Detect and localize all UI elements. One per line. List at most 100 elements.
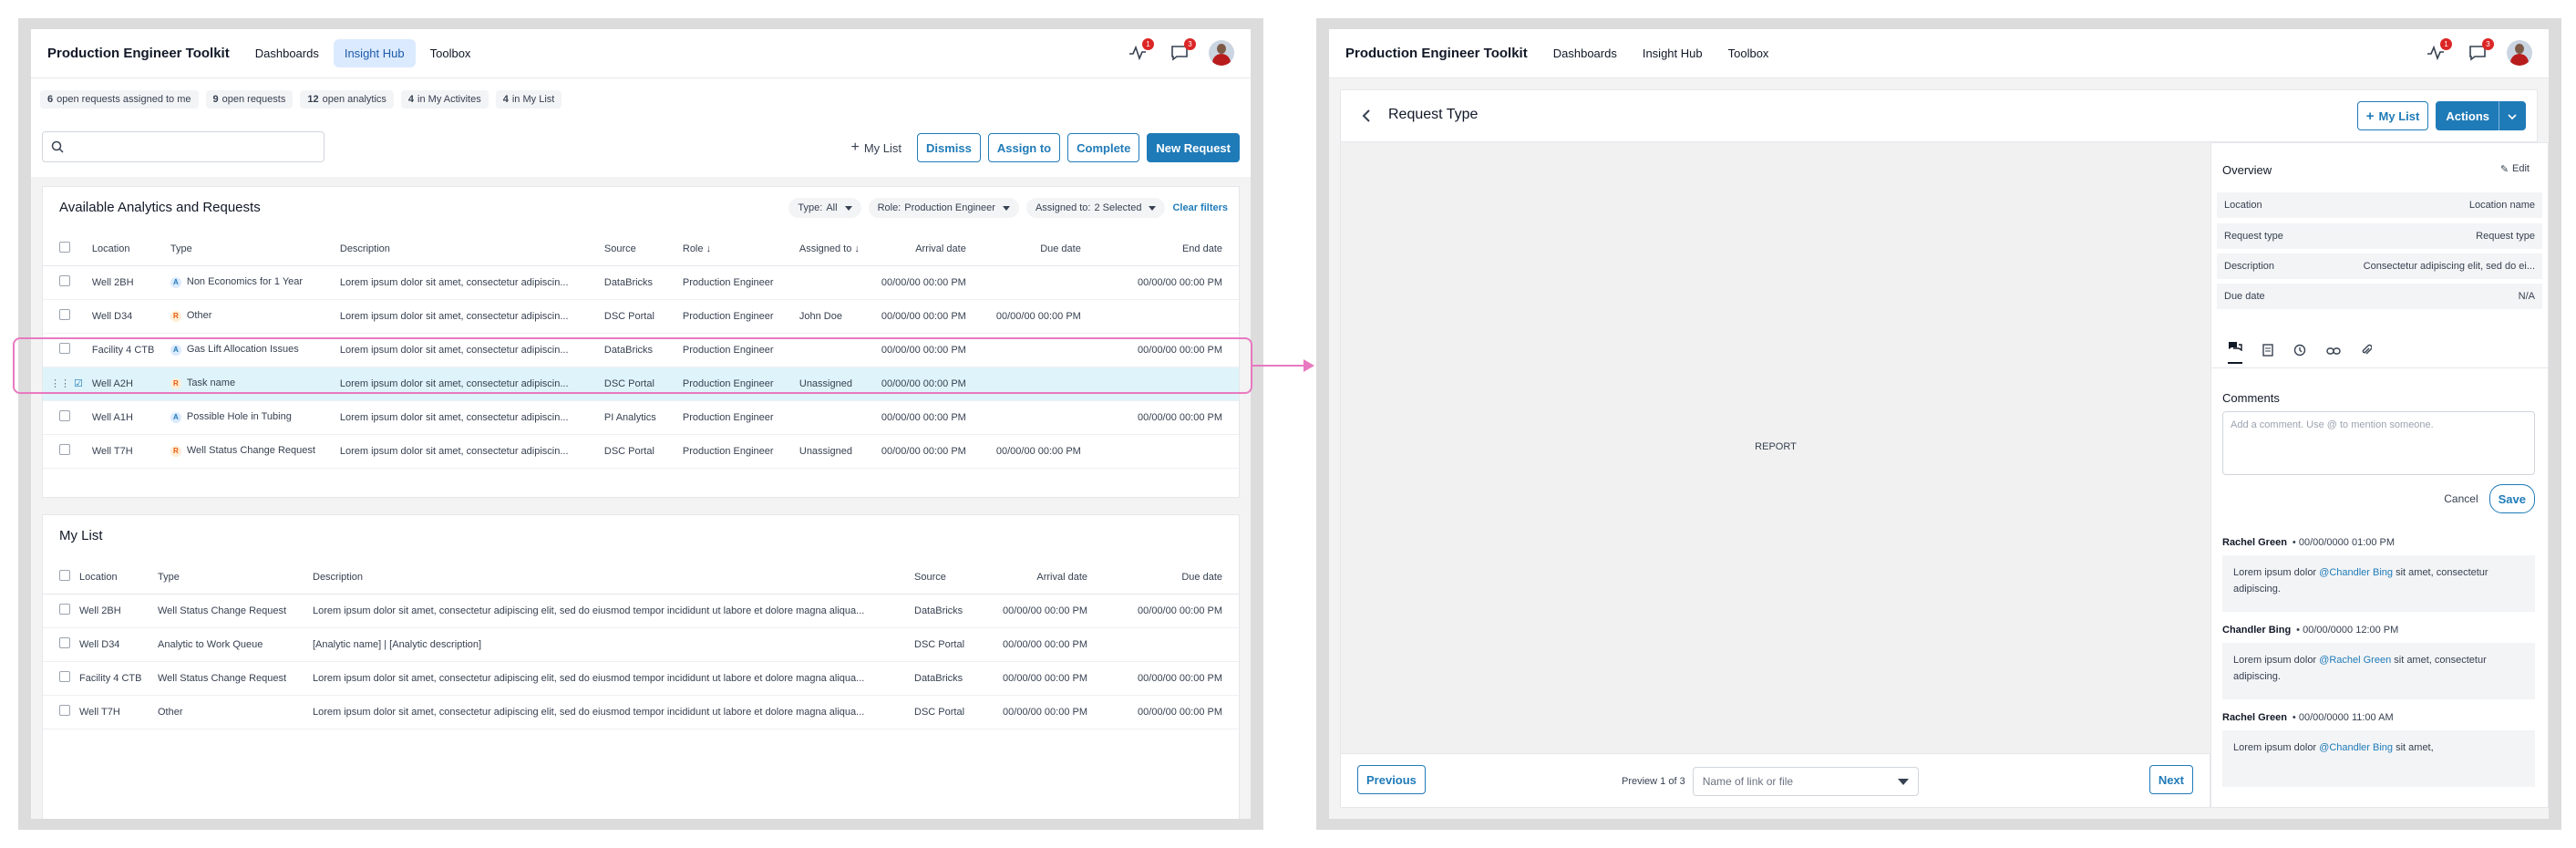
mention-link[interactable]: @Rachel Green bbox=[2319, 655, 2391, 666]
actions-split-button[interactable]: Actions bbox=[2436, 101, 2526, 130]
nav-dashboards[interactable]: Dashboards bbox=[1542, 39, 1628, 67]
comment-input[interactable]: Add a comment. Use @ to mention someone. bbox=[2222, 411, 2535, 475]
comments-tab-icon[interactable] bbox=[2228, 341, 2242, 364]
avatar[interactable] bbox=[1209, 40, 1234, 66]
chevron-down-icon bbox=[1002, 205, 1010, 211]
actions-button[interactable]: Actions bbox=[2437, 109, 2499, 123]
avatar[interactable] bbox=[2507, 40, 2532, 66]
cell-location: Well 2BH bbox=[82, 265, 170, 300]
col-source[interactable]: Source bbox=[603, 233, 683, 266]
chat-icon[interactable]: 3 bbox=[2465, 38, 2494, 66]
document-tab-icon[interactable] bbox=[2262, 343, 2273, 361]
col-description[interactable]: Description bbox=[339, 233, 604, 266]
type-filter[interactable]: Type: All bbox=[788, 198, 861, 218]
chat-icon[interactable]: 3 bbox=[1167, 38, 1196, 66]
select-all-checkbox[interactable] bbox=[59, 242, 70, 253]
chip-open-requests[interactable]: 9 open requests bbox=[205, 90, 294, 109]
col-arrival[interactable]: Arrival date bbox=[881, 233, 966, 266]
activity-icon[interactable]: 1 bbox=[1125, 38, 1154, 66]
col-due[interactable]: Due date bbox=[965, 233, 1081, 266]
col-arrival[interactable]: Arrival date bbox=[987, 561, 1087, 595]
report-label: REPORT bbox=[1755, 441, 1797, 452]
table-row[interactable]: Well 2BH A Non Economics for 1 Year Lorem i… bbox=[43, 265, 1239, 300]
cell-due bbox=[965, 400, 1081, 435]
link-tab-icon[interactable] bbox=[2326, 344, 2341, 360]
table-row[interactable]: Facility 4 CTB Well Status Change Request… bbox=[43, 661, 1239, 696]
add-to-my-list-button[interactable]: + My List bbox=[2356, 101, 2429, 130]
add-to-my-list-button[interactable]: + My List bbox=[842, 133, 911, 162]
nav-insight-hub[interactable]: Insight Hub bbox=[1632, 39, 1714, 67]
cell-role: Production Engineer bbox=[682, 434, 799, 469]
row-checkbox[interactable] bbox=[59, 637, 70, 648]
col-type[interactable]: Type bbox=[170, 233, 340, 266]
complete-button[interactable]: Complete bbox=[1067, 133, 1140, 162]
assigned-filter[interactable]: Assigned to: 2 Selected bbox=[1025, 198, 1166, 218]
comments-title: Comments bbox=[2222, 391, 2280, 405]
col-assigned[interactable]: Assigned to ↓ bbox=[799, 233, 881, 266]
table-row[interactable]: Well T7H Other Lorem ipsum dolor sit amet,… bbox=[43, 695, 1239, 729]
col-description[interactable]: Description bbox=[313, 561, 914, 595]
history-tab-icon[interactable] bbox=[2293, 344, 2306, 361]
next-button[interactable]: Next bbox=[2148, 765, 2193, 794]
nav-dashboards[interactable]: Dashboards bbox=[244, 39, 330, 67]
action-row: + My List Dismiss Assign to Complete New … bbox=[31, 120, 1251, 177]
table-row[interactable]: Well D34 Analytic to Work Queue [Analytic … bbox=[43, 627, 1239, 662]
mention-link[interactable]: @Chandler Bing bbox=[2319, 567, 2393, 578]
save-button[interactable]: Save bbox=[2488, 484, 2535, 513]
row-checkbox[interactable] bbox=[59, 275, 70, 286]
comment-meta: Chandler Bing • 00/00/0000 12:00 PM bbox=[2222, 625, 2399, 636]
row-checkbox[interactable] bbox=[59, 444, 70, 455]
role-filter[interactable]: Role: Production Engineer bbox=[868, 198, 1019, 218]
left-screen: Production Engineer Toolkit Dashboards I… bbox=[31, 29, 1251, 819]
attachment-tab-icon[interactable] bbox=[2361, 344, 2373, 361]
back-icon[interactable] bbox=[1361, 109, 1372, 123]
row-checkbox[interactable] bbox=[59, 705, 70, 716]
type-tag: A bbox=[170, 412, 181, 423]
col-role[interactable]: Role ↓ bbox=[682, 233, 799, 266]
chevron-down-icon[interactable] bbox=[2499, 109, 2525, 123]
cell-type: A Non Economics for 1 Year bbox=[170, 265, 340, 300]
row-checkbox[interactable] bbox=[59, 309, 70, 320]
table-row[interactable]: Well A1H A Possible Hole in Tubing Lorem ip… bbox=[43, 400, 1239, 435]
link-file-select[interactable]: Name of link or file bbox=[1692, 767, 1919, 796]
chip-open-analytics[interactable]: 12 open analytics bbox=[300, 90, 394, 109]
col-location[interactable]: Location bbox=[70, 561, 158, 595]
assign-to-button[interactable]: Assign to bbox=[987, 133, 1061, 162]
nav-toolbox[interactable]: Toolbox bbox=[419, 39, 482, 67]
cell-type: Analytic to Work Queue bbox=[158, 627, 313, 662]
table-row[interactable]: Well D34 R Other Lorem ipsum dolor sit amet… bbox=[43, 299, 1239, 334]
activity-icon[interactable]: 1 bbox=[2423, 38, 2452, 66]
nav-toolbox[interactable]: Toolbox bbox=[1717, 39, 1780, 67]
col-due[interactable]: Due date bbox=[1087, 561, 1239, 595]
dismiss-button[interactable]: Dismiss bbox=[917, 133, 981, 162]
search-input[interactable] bbox=[42, 131, 325, 162]
previous-button[interactable]: Previous bbox=[1357, 765, 1426, 794]
clear-filters-link[interactable]: Clear filters bbox=[1172, 202, 1228, 213]
type-tag: R bbox=[170, 446, 181, 457]
row-checkbox[interactable] bbox=[59, 604, 70, 615]
detail-header: Request Type + My List Actions bbox=[1340, 89, 2538, 142]
table-row[interactable]: Well 2BH Well Status Change Request Lorem … bbox=[43, 594, 1239, 628]
cancel-button[interactable]: Cancel bbox=[2444, 492, 2478, 505]
col-type[interactable]: Type bbox=[158, 561, 313, 595]
cell-type: R Well Status Change Request bbox=[170, 434, 340, 469]
col-source[interactable]: Source bbox=[914, 561, 987, 595]
col-end[interactable]: End date bbox=[1080, 233, 1239, 266]
row-checkbox[interactable] bbox=[59, 671, 70, 682]
col-location[interactable]: Location bbox=[82, 233, 170, 266]
right-screen: Production Engineer Toolkit Dashboards I… bbox=[1329, 29, 2549, 819]
edit-button[interactable]: ✎ Edit bbox=[2500, 163, 2530, 175]
cell-end bbox=[1080, 434, 1239, 469]
row-checkbox[interactable] bbox=[59, 410, 70, 421]
nav-insight-hub[interactable]: Insight Hub bbox=[333, 39, 416, 67]
cell-description: Lorem ipsum dolor sit amet, consectetur … bbox=[339, 265, 604, 300]
chip-assigned[interactable]: 6 open requests assigned to me bbox=[40, 90, 199, 109]
new-request-button[interactable]: New Request bbox=[1147, 133, 1240, 162]
cell-source: DataBricks bbox=[914, 594, 987, 628]
table-row[interactable]: Well T7H R Well Status Change Request Lorem… bbox=[43, 434, 1239, 469]
cell-role: Production Engineer bbox=[682, 265, 799, 300]
select-all-checkbox[interactable] bbox=[59, 570, 70, 582]
chip-my-list[interactable]: 4 in My List bbox=[495, 90, 562, 109]
chip-my-activities[interactable]: 4 in My Activites bbox=[400, 90, 489, 109]
mention-link[interactable]: @Chandler Bing bbox=[2319, 742, 2393, 753]
